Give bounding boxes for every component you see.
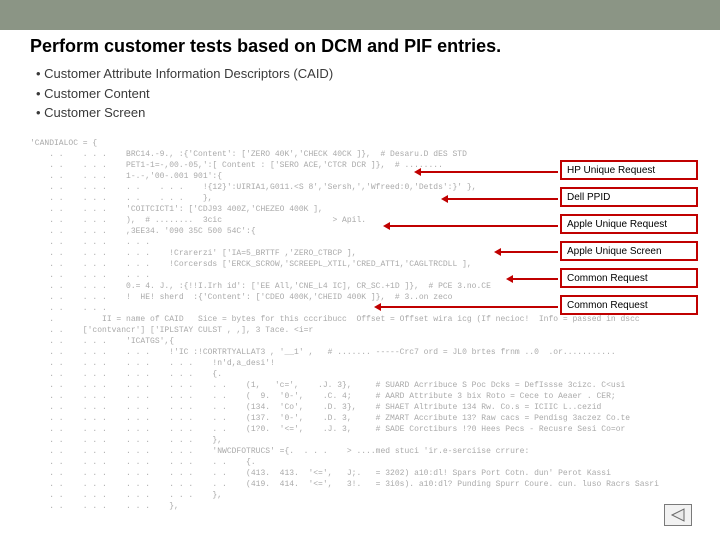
bullet-item: Customer Screen — [36, 103, 333, 123]
callout-box: Apple Unique Screen — [560, 241, 698, 261]
callout-label: Common Request — [567, 300, 648, 311]
back-nav-button[interactable] — [664, 504, 692, 526]
callout-label: HP Unique Request — [567, 165, 655, 176]
callout-label: Common Request — [567, 273, 648, 284]
callout-box: HP Unique Request — [560, 160, 698, 180]
callout-box: Common Request — [560, 268, 698, 288]
callout-label: Dell PPID — [567, 192, 610, 203]
bullet-item: Customer Content — [36, 84, 333, 104]
slide-title: Perform customer tests based on DCM and … — [30, 36, 501, 57]
slide-top-bar — [0, 0, 720, 30]
callout-label: Apple Unique Screen — [567, 246, 662, 257]
callout-box: Common Request — [560, 295, 698, 315]
callout-column: HP Unique Request Dell PPID Apple Unique… — [560, 160, 698, 315]
bullet-item: Customer Attribute Information Descripto… — [36, 64, 333, 84]
triangle-left-icon — [670, 508, 686, 522]
callout-box: Apple Unique Request — [560, 214, 698, 234]
callout-box: Dell PPID — [560, 187, 698, 207]
bullet-list: Customer Attribute Information Descripto… — [36, 64, 333, 123]
callout-label: Apple Unique Request — [567, 219, 667, 230]
